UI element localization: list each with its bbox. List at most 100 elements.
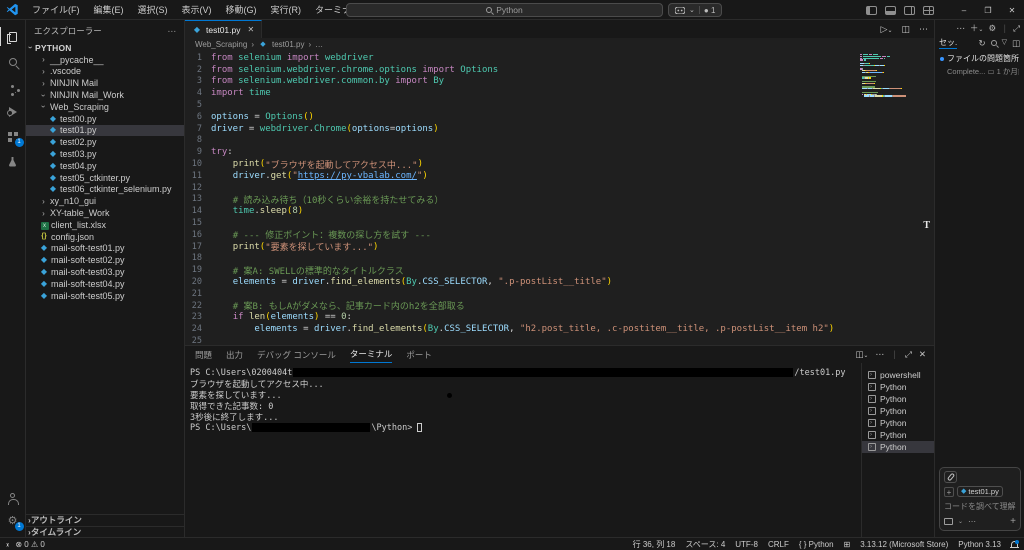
tree-item[interactable]: ◆test00.py [26,113,184,125]
gear-icon[interactable]: ⚙ [988,23,996,34]
tab-test01[interactable]: ◆ test01.py ✕ [185,20,262,38]
minimap[interactable] [860,54,906,99]
timeline-section[interactable]: › タイムライン [26,526,184,538]
code-editor[interactable]: 1from selenium import webdriver2from sel… [185,51,934,345]
menu-item[interactable]: 実行(R) [265,1,308,18]
command-center-search[interactable]: Python [346,3,663,17]
sessions-tab[interactable]: セッ... [939,37,957,49]
account-button[interactable] [0,483,26,508]
settings-button[interactable]: ⚙1 [0,508,26,533]
terminal-list-item[interactable]: ›Python [862,441,934,453]
close-button[interactable]: ✕ [1000,0,1024,20]
maximize-panel-icon[interactable]: ⤢ [905,349,912,360]
split-terminal-icon[interactable]: ◫⌄ [855,349,868,360]
tree-item[interactable]: ◆test02.py [26,136,184,148]
explorer-more-icon[interactable]: ⋯ [168,26,177,37]
tree-item[interactable]: ›NINJIN Mail [26,77,184,89]
toggle-panel-icon[interactable] [885,6,896,15]
menu-item[interactable]: 移動(G) [220,1,263,18]
tree-item[interactable]: ◆mail-soft-test05.py [26,290,184,302]
terminal-list-item[interactable]: ›Python [862,381,934,393]
refresh-icon[interactable]: ↻ [978,38,985,49]
tree-item[interactable]: ◆mail-soft-test02.py [26,254,184,266]
close-panel-icon[interactable]: ✕ [919,349,926,360]
context-chip[interactable]: ◆ test01.py [957,486,1003,497]
remote-icon[interactable]: ›‹ [6,540,7,549]
python-interpreter[interactable]: Python 3.13 [958,540,1001,549]
terminal-output[interactable]: PS C:\Users\0200404t/test01.pyブラウザを起動してア… [185,363,861,537]
expand-icon[interactable]: ⤢ [1013,23,1020,34]
tree-item[interactable]: {}config.json [26,231,184,243]
session-item[interactable]: ファイルの問題箇所の... Complete... ▭ 1 か月前 [935,50,1024,80]
toggle-secondary-sidebar-icon[interactable] [904,6,915,15]
tree-item[interactable]: xclient_list.xlsx [26,219,184,231]
search-icon[interactable] [991,40,997,46]
activity-extensions-icon[interactable]: 1 [0,124,26,149]
tree-item[interactable]: ›xy_n10_gui [26,195,184,207]
menu-item[interactable]: ファイル(F) [26,1,86,18]
activity-source-control-icon[interactable] [0,74,26,99]
split-editor-icon[interactable]: ◫ [901,24,910,35]
menu-item[interactable]: 表示(V) [176,1,218,18]
activity-search-icon[interactable] [0,49,26,74]
activity-explorer-icon[interactable] [0,24,26,49]
chat-send-button[interactable]: + [1010,516,1016,527]
toggle-sidebar-icon[interactable] [866,6,877,15]
tree-item[interactable]: ◆test06_ctkinter_selenium.py [26,184,184,196]
tree-item[interactable]: ◆mail-soft-test01.py [26,243,184,255]
add-context-button[interactable]: + [944,487,954,497]
tree-item[interactable]: ◆test04.py [26,160,184,172]
filter-icon[interactable]: ▽ [1002,38,1007,49]
chat-options-icon[interactable]: ⋯ [968,517,976,526]
python-version[interactable]: 3.13.12 (Microsoft Store) [860,540,948,549]
editor-more-icon[interactable]: ⋯ [919,24,928,35]
tree-item[interactable]: ◆mail-soft-test04.py [26,278,184,290]
breadcrumb[interactable]: Web_Scraping › ◆ test01.py › … [185,38,934,51]
terminal-list-item[interactable]: ›Python [862,393,934,405]
copilot-control[interactable]: ⌄ ● 1 [668,3,722,17]
tree-root-python[interactable]: ›PYTHON [26,42,184,54]
language-mode[interactable]: { } Python [799,540,834,549]
cursor-position[interactable]: 行 36, 列 18 [633,539,676,550]
tree-item[interactable]: ◆test05_ctkinter.py [26,172,184,184]
activity-testing-icon[interactable] [0,149,26,174]
chat-input-box[interactable]: + ◆ test01.py コードを調べて理解す ⌄ ⋯ + [939,467,1021,531]
customize-layout-icon[interactable] [923,6,934,15]
close-tab-icon[interactable]: ✕ [248,25,255,34]
breadcrumb-folder[interactable]: Web_Scraping [195,40,247,49]
panel-tab-0[interactable]: 問題 [195,346,212,363]
eol-sequence[interactable]: CRLF [768,540,789,549]
run-button[interactable]: ▷⌄ [881,24,893,35]
panel-tab-1[interactable]: 出力 [226,346,243,363]
terminal-list-item[interactable]: ›Python [862,405,934,417]
chat-mode-icon[interactable] [944,518,953,525]
notifications-bell-icon[interactable] [1011,541,1018,547]
terminal-list-item[interactable]: ›Python [862,429,934,441]
attach-button[interactable] [944,471,957,483]
terminal-list-item[interactable]: ›powershell [862,369,934,381]
panel-tab-2[interactable]: デバッグ コンソール [257,346,336,363]
panel-tab-4[interactable]: ポート [406,346,432,363]
activity-run-debug-icon[interactable] [0,99,26,124]
tree-item[interactable]: ›Web_Scraping [26,101,184,113]
breadcrumb-file[interactable]: test01.py [272,40,304,49]
tree-item[interactable]: ◆mail-soft-test03.py [26,266,184,278]
tree-item[interactable]: ›__pycache__ [26,54,184,66]
tree-item[interactable]: ›NINJIN Mail_Work [26,89,184,101]
menu-item[interactable]: 選択(S) [132,1,174,18]
problems-status[interactable]: ⊗ 0 ⚠ 0 [15,540,44,549]
tree-item[interactable]: ›XY-table_Work [26,207,184,219]
tree-item[interactable]: ◆test01.py [26,125,184,137]
new-chat-icon[interactable]: ＋⌄ [970,22,984,34]
restore-button[interactable]: ❐ [976,0,1000,20]
tree-item[interactable]: ›.vscode [26,66,184,78]
breadcrumb-symbol[interactable]: … [315,40,323,49]
indentation[interactable]: スペース: 4 [685,539,725,550]
split-icon[interactable]: ◫ [1012,38,1020,49]
tree-item[interactable]: ◆test03.py [26,148,184,160]
chat-more-icon[interactable]: ⋯ [956,23,965,34]
panel-tab-3[interactable]: ターミナル [350,346,393,363]
encoding[interactable]: UTF-8 [735,540,758,549]
minimize-button[interactable]: – [952,0,976,20]
terminal-list-item[interactable]: ›Python [862,417,934,429]
